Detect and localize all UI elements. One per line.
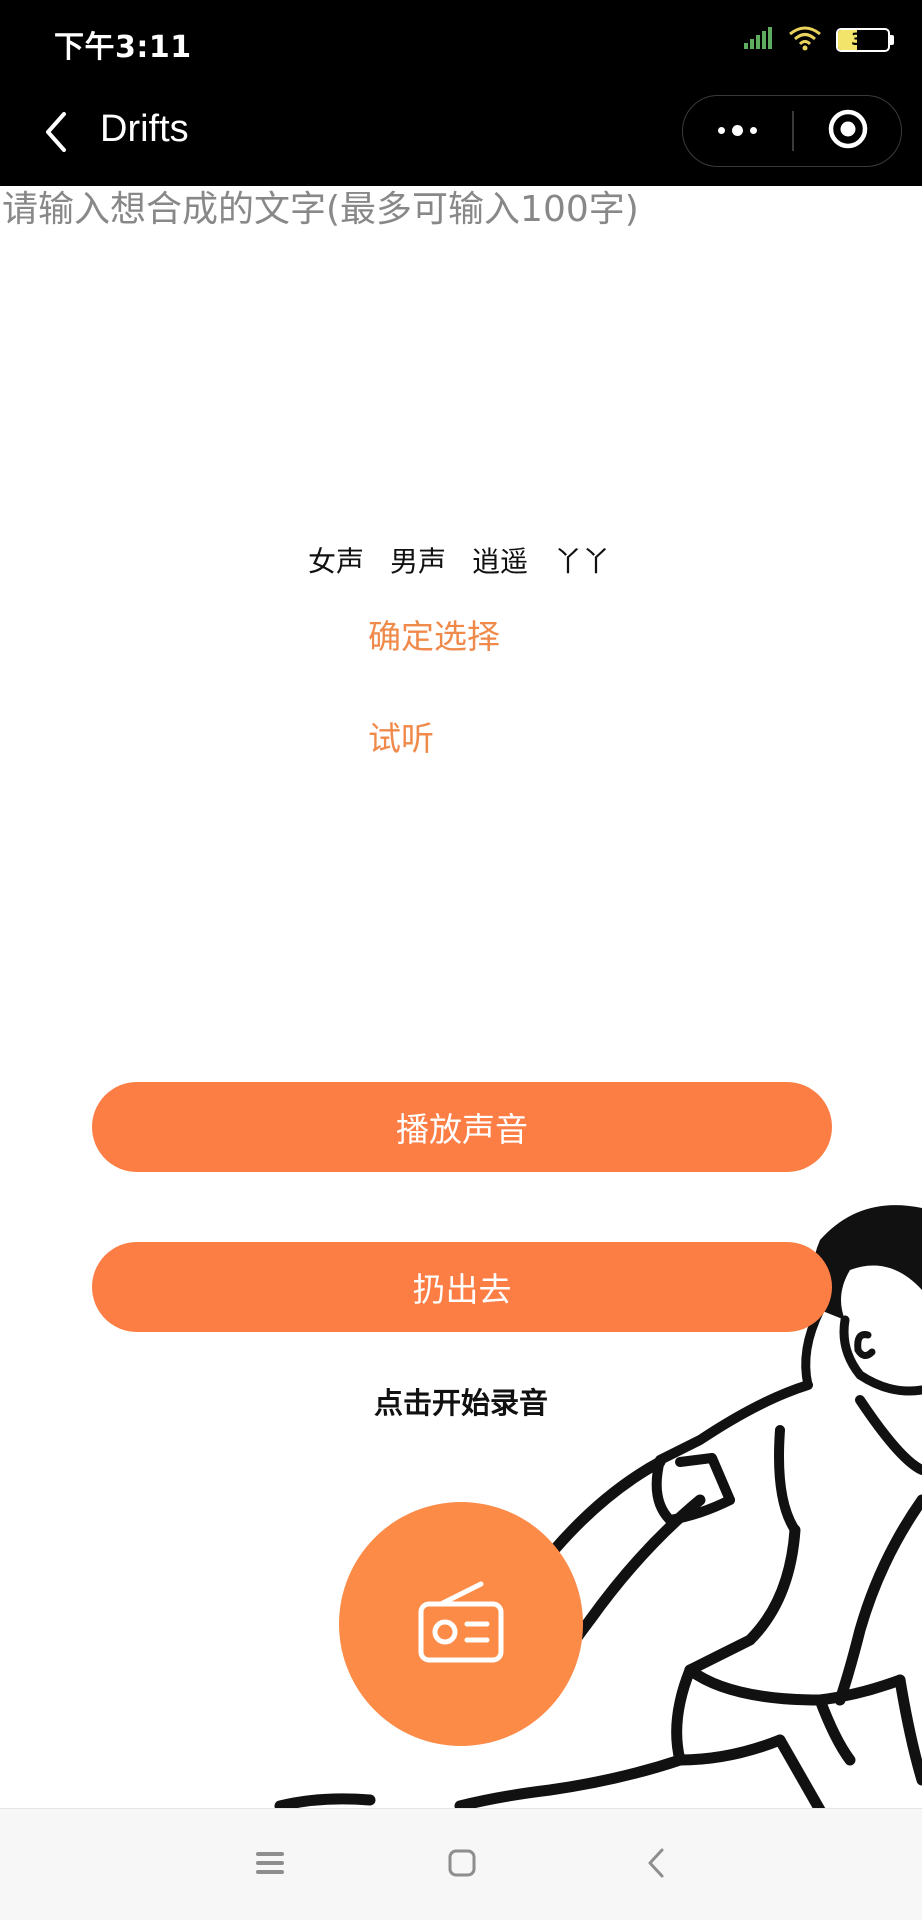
confirm-selection-link[interactable]: 确定选择 bbox=[368, 610, 500, 658]
system-nav-bar bbox=[0, 1808, 922, 1920]
system-menu-button[interactable] bbox=[248, 1843, 292, 1887]
system-back-button[interactable] bbox=[634, 1843, 678, 1887]
back-button[interactable] bbox=[28, 106, 84, 162]
close-miniprogram-button[interactable] bbox=[794, 96, 901, 165]
status-time: 下午3:11 bbox=[54, 30, 192, 65]
back-chevron-icon bbox=[645, 1847, 667, 1883]
voice-option-xiaoyao[interactable]: 逍遥 bbox=[472, 540, 528, 580]
battery-tip bbox=[890, 35, 894, 45]
page-title: Drifts bbox=[100, 108, 189, 150]
home-square-icon bbox=[447, 1848, 477, 1882]
voice-option-female[interactable]: 女声 bbox=[308, 540, 364, 580]
system-home-button[interactable] bbox=[440, 1843, 484, 1887]
voice-options: 女声 男声 逍遥 丫丫 bbox=[308, 540, 610, 580]
signal-icon bbox=[744, 27, 774, 53]
battery-icon: 37 bbox=[836, 28, 894, 52]
header: 下午3:11 37 Drifts bbox=[0, 0, 922, 186]
listen-preview-link[interactable]: 试听 bbox=[368, 712, 434, 760]
synthesis-text-input[interactable] bbox=[0, 186, 922, 506]
throw-out-button[interactable]: 扔出去 bbox=[92, 1242, 832, 1332]
record-button[interactable] bbox=[339, 1502, 583, 1746]
play-sound-button[interactable]: 播放声音 bbox=[92, 1082, 832, 1172]
more-dots-icon bbox=[718, 125, 757, 136]
chevron-left-icon bbox=[42, 110, 70, 158]
nav-bar: Drifts bbox=[0, 84, 922, 186]
status-bar: 下午3:11 37 bbox=[0, 0, 922, 84]
menu-lines-icon bbox=[255, 1850, 285, 1880]
radio-icon bbox=[415, 1576, 507, 1672]
capsule-menu bbox=[682, 95, 902, 167]
voice-option-male[interactable]: 男声 bbox=[390, 540, 446, 580]
more-button[interactable] bbox=[683, 96, 792, 165]
wifi-icon bbox=[788, 25, 822, 55]
battery: 37 bbox=[836, 28, 890, 52]
target-circle-icon bbox=[827, 108, 869, 154]
status-icons: 37 bbox=[744, 22, 894, 58]
record-hint: 点击开始录音 bbox=[373, 1386, 548, 1420]
battery-level: 37 bbox=[851, 30, 875, 50]
voice-option-yaya[interactable]: 丫丫 bbox=[554, 540, 610, 580]
